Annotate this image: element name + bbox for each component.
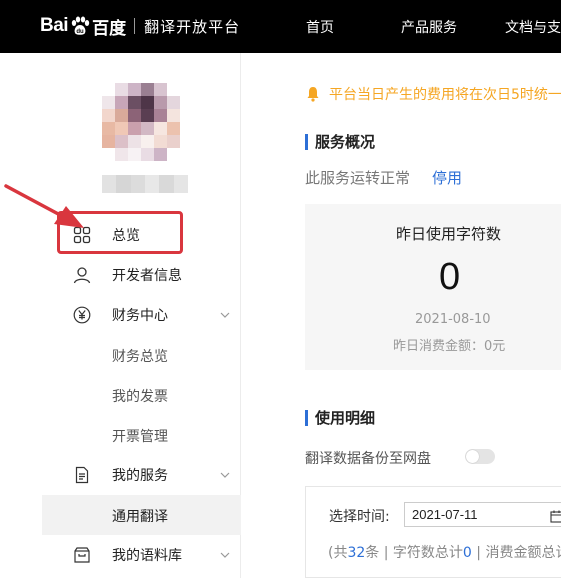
sidebar-subitem-my-invoices[interactable]: 我的发票 [0, 375, 241, 415]
top-navbar: Bai du 百度 翻译开放平台 首页 产品服务 文档与支 [0, 0, 561, 53]
sidebar-item-label: 我的发票 [112, 389, 168, 405]
sidebar-subitem-invoice-management[interactable]: 开票管理 [0, 415, 241, 455]
notice-text: 平台当日产生的费用将在次日5时统一 [329, 87, 561, 103]
user-icon [72, 265, 92, 285]
card-value: 0 [439, 256, 461, 298]
sidebar-subitem-finance-overview[interactable]: 财务总览 [0, 335, 241, 375]
username [102, 175, 188, 193]
bell-icon [307, 87, 319, 102]
section-title-text: 服务概况 [315, 133, 376, 151]
sidebar-item-label: 我的语料库 [112, 548, 182, 564]
backup-toggle[interactable] [465, 449, 495, 464]
logo-text-bai: Bai [40, 15, 69, 36]
time-label: 选择时间: [329, 509, 390, 525]
arrow-annotation [4, 184, 84, 228]
summary-count: 32 [347, 545, 366, 561]
sidebar-subitem-general-translation[interactable]: 通用翻译 [42, 495, 241, 535]
database-icon [72, 545, 92, 565]
product-name: 翻译开放平台 [144, 17, 241, 36]
summary-prefix: (共 [328, 545, 348, 561]
logo-text-baidu: 百度 [92, 18, 127, 39]
svg-text:du: du [76, 29, 84, 35]
sidebar-item-label: 通用翻译 [112, 509, 168, 525]
sidebar-item-label: 财务中心 [112, 308, 168, 324]
fee-notice: 平台当日产生的费用将在次日5时统一 [305, 84, 561, 104]
sidebar-item-label: 财务总览 [112, 349, 168, 365]
title-bar [305, 409, 308, 426]
section-title-service-overview: 服务概况 [305, 131, 375, 152]
chevron-down-icon[interactable] [218, 468, 232, 482]
usage-detail-panel: 选择时间: 2021-07-11 (共32条 | 字符数总计0 | 消费金额总计 [305, 486, 561, 578]
sidebar-item-my-services[interactable]: 我的服务 [0, 455, 241, 495]
sidebar-item-label: 开发者信息 [112, 268, 182, 284]
date-input[interactable]: 2021-07-11 [404, 502, 561, 527]
card-fee: 昨日消费金额：0元 [393, 339, 506, 354]
section-title-usage-details: 使用明细 [305, 407, 375, 428]
stop-service-link[interactable]: 停用 [432, 167, 462, 188]
calendar-icon[interactable] [550, 508, 561, 527]
summary-chars: 0 [462, 545, 472, 561]
section-title-text: 使用明细 [315, 409, 376, 427]
paw-icon: du [69, 15, 91, 37]
backup-label: 翻译数据备份至网盘 [305, 451, 431, 467]
summary-mid: 条 | 字符数总计 [365, 545, 463, 561]
card-title: 昨日使用字符数 [396, 225, 502, 243]
card-date: 2021-08-10 [415, 312, 491, 327]
nav-docs[interactable]: 文档与支 [505, 17, 561, 37]
chevron-down-icon[interactable] [218, 548, 232, 562]
sidebar-item-finance-center[interactable]: 财务中心 [0, 295, 241, 335]
document-icon [72, 465, 92, 485]
title-bar [305, 133, 308, 150]
usage-summary: (共32条 | 字符数总计0 | 消费金额总计 [328, 542, 561, 562]
sidebar-item-label: 我的服务 [112, 468, 168, 484]
avatar[interactable] [102, 83, 180, 161]
sidebar-item-label: 开票管理 [112, 429, 168, 445]
service-status: 此服务运转正常 [305, 169, 411, 187]
date-value: 2021-07-11 [412, 507, 478, 522]
sidebar: 总览 开发者信息 财务中心 财务总览 我的发票 开票管理 我的服务 通用翻译 我… [0, 53, 241, 578]
nav-home[interactable]: 首页 [306, 17, 334, 37]
logo-divider [134, 18, 136, 34]
summary-suffix: | 消费金额总计 [471, 545, 561, 561]
sidebar-item-my-corpus[interactable]: 我的语料库 [0, 535, 241, 575]
chevron-down-icon[interactable] [218, 308, 232, 322]
sidebar-item-developer-info[interactable]: 开发者信息 [0, 255, 241, 295]
nav-products[interactable]: 产品服务 [401, 17, 457, 37]
yuan-icon [72, 305, 92, 325]
usage-card: 昨日使用字符数 0 2021-08-10 昨日消费金额：0元 [305, 204, 561, 370]
baidu-logo[interactable]: Bai du 百度 翻译开放平台 [40, 13, 240, 39]
